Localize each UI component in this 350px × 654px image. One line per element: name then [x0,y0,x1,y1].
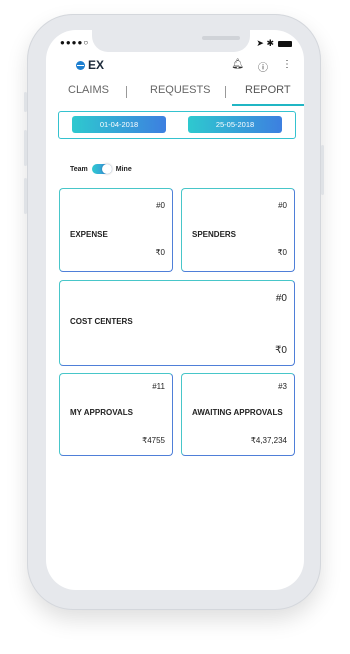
spenders-count: #0 [278,201,287,210]
active-tab-indicator [232,104,304,106]
spenders-amount: ₹0 [277,248,287,257]
phone-power-button [321,145,324,195]
cost-centers-title: COST CENTERS [70,317,133,326]
phone-notch [92,30,250,52]
tab-claims[interactable]: CLAIMS [68,84,109,96]
phone-volume-up-button [24,130,27,166]
cost-centers-amount: ₹0 [275,345,287,356]
my-approvals-card[interactable]: #11 MY APPROVALS ₹4755 [59,373,173,456]
signal-indicator: ●●●●○ [60,38,90,47]
app-screen: ●●●●○ ➤ ✱ EX 🔔︎ ⓘ ⋮ CLAIMS REQUESTS REPO… [46,30,304,590]
app-bar: EX 🔔︎ ⓘ ⋮ [46,58,304,78]
awaiting-approvals-title: AWAITING APPROVALS [192,408,283,417]
end-date-button[interactable]: 25-05-2018 [188,116,282,133]
awaiting-approvals-card[interactable]: #3 AWAITING APPROVALS ₹4,37,234 [181,373,295,456]
status-icons: ➤ ✱ [256,38,292,49]
info-icon[interactable]: ⓘ [258,59,268,74]
expense-title: EXPENSE [70,230,108,239]
logo-icon [76,60,85,70]
awaiting-approvals-amount: ₹4,37,234 [250,436,287,445]
app-logo: EX [76,58,104,72]
my-approvals-amount: ₹4755 [142,436,165,445]
status-icons-glyphs: ➤ ✱ [256,38,274,48]
my-approvals-count: #11 [152,382,165,391]
toggle-knob [101,164,112,174]
tab-separator [126,86,127,98]
expense-card[interactable]: #0 EXPENSE ₹0 [59,188,173,272]
cost-centers-card[interactable]: #0 COST CENTERS ₹0 [59,280,295,366]
date-range-picker: 01-04-2018 25-05-2018 [58,111,296,139]
more-vertical-icon[interactable]: ⋮ [282,59,292,74]
start-date-button[interactable]: 01-04-2018 [72,116,166,133]
phone-volume-down-button [24,178,27,214]
spenders-title: SPENDERS [192,230,237,239]
spenders-card[interactable]: #0 SPENDERS ₹0 [181,188,295,272]
expense-amount: ₹0 [155,248,165,257]
awaiting-approvals-count: #3 [278,382,287,391]
app-bar-actions: 🔔︎ ⓘ ⋮ [231,59,292,74]
toggle-mine-label: Mine [115,165,132,173]
battery-icon [278,40,292,47]
speaker-grille [202,36,240,40]
team-mine-toggle-row: Team Mine [70,164,132,174]
team-mine-toggle[interactable] [91,164,112,174]
tab-requests[interactable]: REQUESTS [150,84,211,96]
phone-side-button [24,92,27,112]
expense-count: #0 [156,201,165,210]
tab-report[interactable]: REPORT [245,84,291,96]
my-approvals-title: MY APPROVALS [70,408,133,417]
tab-bar: CLAIMS REQUESTS REPORT [46,82,304,106]
bell-icon[interactable]: 🔔︎ [231,59,244,74]
tab-separator [225,86,226,98]
toggle-team-label: Team [70,165,88,173]
cost-centers-count: #0 [275,293,287,304]
logo-text: EX [88,58,105,72]
